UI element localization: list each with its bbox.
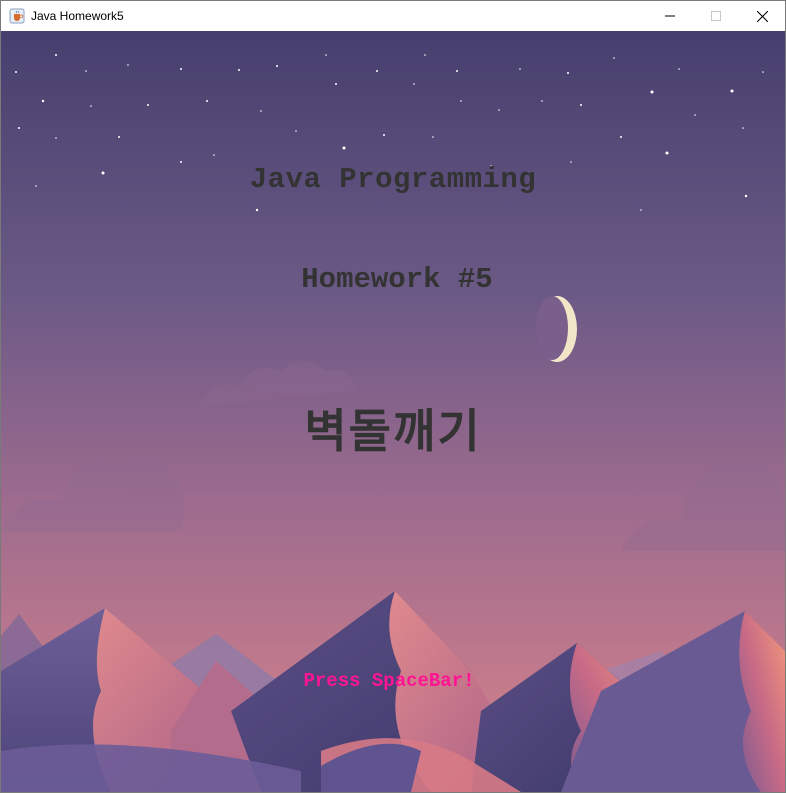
close-button[interactable] xyxy=(739,1,785,31)
game-title: 벽돌깨기 xyxy=(304,404,482,458)
maximize-icon xyxy=(711,11,721,21)
course-title: Java Programming xyxy=(249,163,537,196)
java-coffee-icon xyxy=(9,8,25,24)
maximize-button[interactable] xyxy=(693,1,739,31)
close-icon xyxy=(756,10,768,22)
window-controls xyxy=(647,1,785,31)
game-canvas[interactable]: Java Programming Homework #5 벽돌깨기 Press … xyxy=(1,31,785,792)
minimize-button[interactable] xyxy=(647,1,693,31)
moon xyxy=(536,296,577,362)
homework-title: Homework #5 xyxy=(301,263,493,296)
title-bar[interactable]: Java Homework5 xyxy=(1,1,785,31)
window-title: Java Homework5 xyxy=(31,9,124,23)
minimize-icon xyxy=(665,15,675,17)
press-spacebar-prompt: Press SpaceBar! xyxy=(303,670,475,692)
app-window: Java Homework5 Java Programming Homework… xyxy=(0,0,786,793)
